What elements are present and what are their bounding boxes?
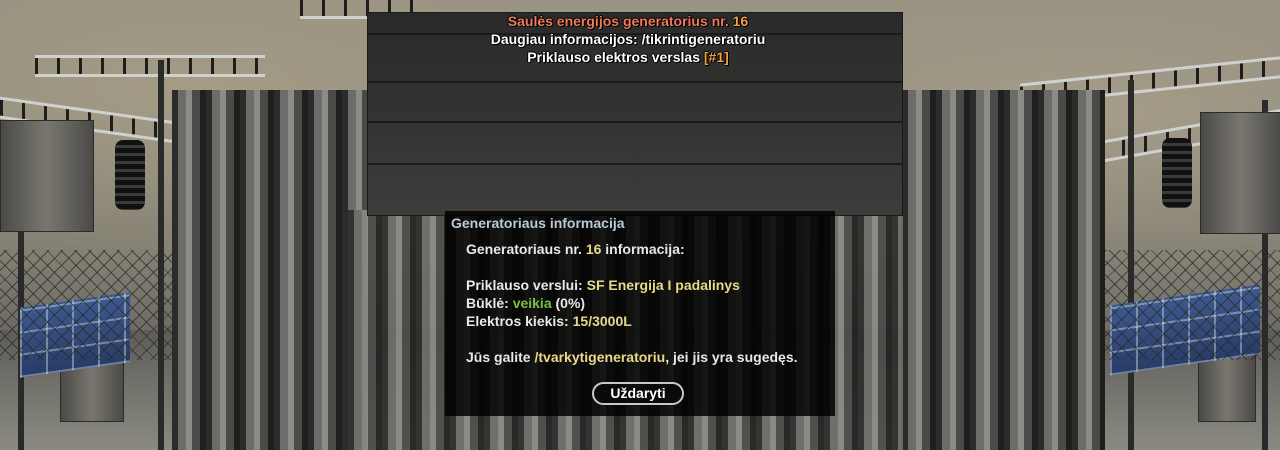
heading-number: 16 [585,241,602,257]
status-row: Būklė: veikia (0%) [466,294,825,312]
fence [0,250,180,360]
status-value: veikia [512,295,552,311]
label-owner-text: Priklauso elektros verslas [527,49,700,65]
steel-truss-left [35,55,265,77]
insulator [1162,138,1192,208]
panel-seam [368,121,902,123]
insulator [115,140,145,210]
electrical-box [1200,112,1280,234]
note-prefix: Jūs galite [466,349,531,365]
dialog-body: Generatoriaus nr. 16 informacija: Prikla… [466,240,825,366]
repair-note: Jūs galite /tvarkytigeneratoriu, jei jis… [466,348,825,366]
generator-info-dialog: Generatoriaus informacija Generatoriaus … [445,211,835,416]
panel-seam [368,81,902,83]
owner-row: Priklauso verslui: SF Energija I padalin… [466,276,825,294]
transformer-left-fins [172,90,367,450]
amount-row: Elektros kiekis: 15/3000L [466,312,825,330]
generator-3d-label: Saulės energijos generatorius nr. 16 Dau… [368,12,888,66]
transformer-right-fins [902,90,1105,450]
label-title-text: Saulės energijos generatorius nr. [507,13,729,29]
heading-prefix: Generatoriaus nr. [466,241,582,257]
fence [1105,250,1280,360]
label-owner-tag: [#1] [703,49,729,65]
amount-label: Elektros kiekis: [466,313,569,329]
amount-value: 15/3000L [572,313,632,329]
electrical-box [0,120,94,232]
label-generator-number: 16 [732,13,749,29]
close-button[interactable]: Uždaryti [592,382,684,405]
panel-seam [368,163,902,165]
dialog-heading: Generatoriaus nr. 16 informacija: [466,240,825,258]
status-label: Būklė: [466,295,509,311]
note-suffix: , jei jis yra sugedęs. [665,349,798,365]
label-owner: Priklauso elektros verslas [#1] [368,48,888,66]
repair-command: /tvarkytigeneratoriu [534,349,666,365]
label-title: Saulės energijos generatorius nr. 16 [368,12,888,30]
heading-suffix: informacija: [605,241,685,257]
owner-label: Priklauso verslui: [466,277,583,293]
label-info-command: Daugiau informacijos: /tikrintigenerator… [490,31,766,47]
owner-value: SF Energija I padalinys [586,277,740,293]
dialog-title: Generatoriaus informacija [451,215,625,231]
status-percent: (0%) [555,295,586,311]
